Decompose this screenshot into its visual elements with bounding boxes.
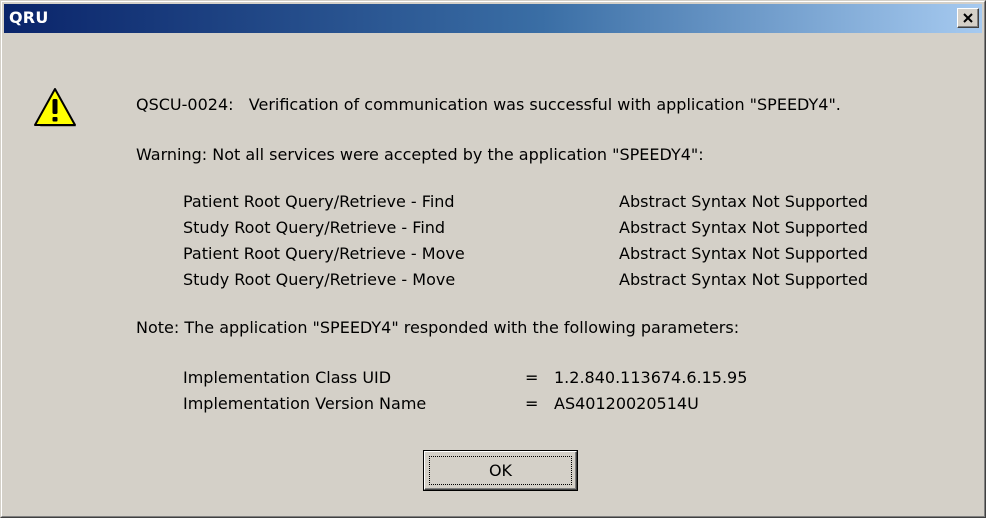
service-status: Abstract Syntax Not Supported	[619, 244, 869, 263]
parameter-value: 1.2.840.113674.6.15.95	[554, 368, 748, 387]
service-status: Abstract Syntax Not Supported	[619, 218, 869, 237]
ok-button[interactable]: OK	[423, 450, 578, 491]
service-name: Patient Root Query/Retrieve - Find	[183, 192, 455, 211]
close-icon	[963, 13, 973, 23]
message-area: QSCU-0024: Verification of communication…	[136, 1, 868, 469]
parameter-separator: =	[525, 394, 539, 413]
close-button[interactable]	[957, 8, 979, 28]
service-name: Study Root Query/Retrieve - Move	[183, 270, 456, 289]
dialog-window: QRU QSCU-0024: Verification of communica…	[0, 0, 986, 518]
ok-button-label: OK	[488, 461, 513, 480]
window-title: QRU	[9, 8, 49, 27]
parameter-separator: =	[525, 368, 539, 387]
warning-line: Warning: Not all services were accepted …	[136, 145, 704, 164]
warning-icon	[34, 88, 76, 127]
service-name: Patient Root Query/Retrieve - Move	[183, 244, 465, 263]
note-line: Note: The application "SPEEDY4" responde…	[136, 318, 740, 337]
service-name: Study Root Query/Retrieve - Find	[183, 218, 446, 237]
service-status: Abstract Syntax Not Supported	[619, 192, 869, 211]
parameter-name: Implementation Class UID	[183, 368, 392, 387]
service-status: Abstract Syntax Not Supported	[619, 270, 869, 289]
parameter-name: Implementation Version Name	[183, 394, 427, 413]
status-line: QSCU-0024: Verification of communication…	[136, 95, 841, 114]
parameter-value: AS40120020514U	[554, 394, 699, 413]
